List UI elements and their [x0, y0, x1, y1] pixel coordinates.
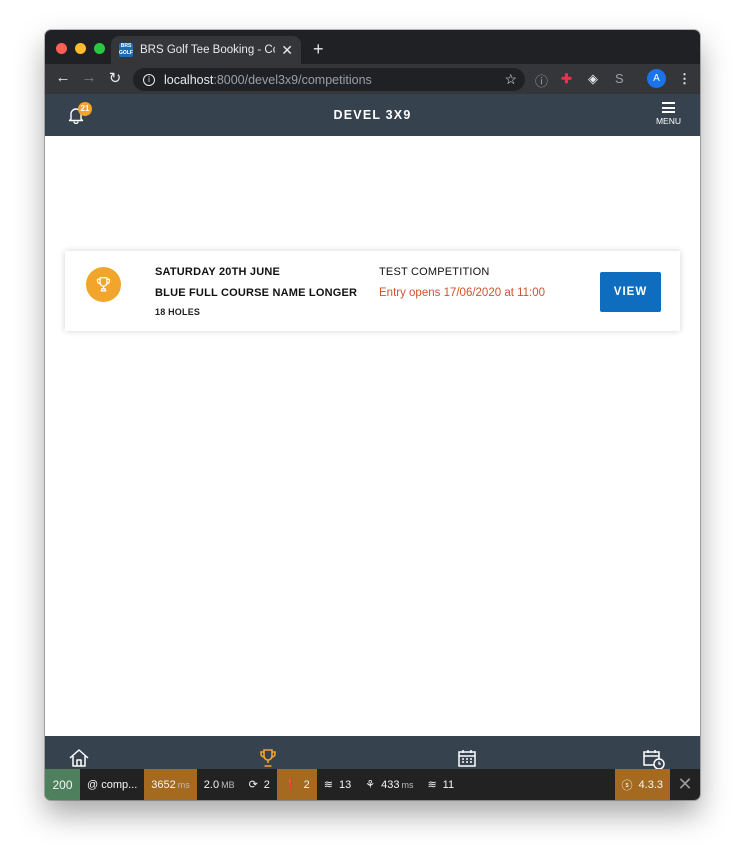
home-icon[interactable] [68, 748, 90, 768]
extension-info-icon[interactable]: ⓘ [535, 71, 548, 90]
symfony-icon: ⓢ [621, 779, 633, 792]
status-code[interactable]: 200 [45, 769, 80, 800]
extension-tag-icon[interactable]: ◈ [588, 71, 598, 87]
extension-plus-icon[interactable]: ✚ [561, 71, 572, 87]
window-controls [56, 43, 105, 54]
maximize-window-button[interactable] [94, 43, 105, 54]
warnings-panel[interactable]: ❗ 2 [276, 769, 317, 800]
competition-course: BLUE FULL COURSE NAME LONGER [155, 287, 358, 299]
browser-menu-icon[interactable]: ⋮ [678, 71, 691, 87]
requests-icon: ⟳ [248, 779, 258, 791]
competition-card: SATURDAY 20TH JUNE BLUE FULL COURSE NAME… [65, 251, 680, 331]
database-panel[interactable]: ≋ 11 [420, 769, 461, 800]
request-time-unit: ms [177, 779, 190, 790]
debug-toolbar: 200 @ comp... 3652 ms 2.0 MB ⟳ 2 ❗ 2 ≋ 13 ⚘ 43… [45, 769, 700, 800]
minimize-window-button[interactable] [75, 43, 86, 54]
menu-button[interactable]: MENU [656, 102, 681, 126]
trophy-icon[interactable] [257, 748, 279, 768]
forward-icon[interactable]: → [79, 69, 99, 86]
close-debugbar-icon[interactable]: ✕ [670, 769, 700, 800]
browser-tab[interactable]: BRS GOLF BRS Golf Tee Booking - Competit… [111, 36, 301, 64]
hamburger-icon [661, 102, 675, 113]
requests-panel[interactable]: ⟳ 2 [242, 769, 277, 800]
memory-value: 2.0 [203, 778, 220, 791]
competition-holes: 18 HOLES [155, 307, 201, 317]
warnings-count: 2 [303, 778, 310, 791]
app-header: 21 DEVEL 3X9 MENU [45, 94, 700, 136]
route-name[interactable]: @ comp... [80, 769, 144, 800]
database-icon: ≋ [427, 779, 437, 791]
layers-panel[interactable]: ≋ 13 [317, 769, 358, 800]
bottom-nav [45, 736, 700, 770]
page-title: DEVEL 3X9 [333, 108, 412, 122]
back-icon[interactable]: ← [53, 69, 73, 86]
calendar-icon[interactable] [457, 748, 477, 768]
warning-icon: ❗ [283, 779, 298, 791]
view-competition-button[interactable]: VIEW [600, 272, 661, 312]
competition-date: SATURDAY 20TH JUNE [155, 266, 281, 278]
browser-window: BRS GOLF BRS Golf Tee Booking - Competit… [45, 30, 700, 800]
site-info-icon[interactable]: i [143, 73, 155, 86]
trophy-icon [96, 277, 111, 292]
new-tab-button[interactable]: + [313, 39, 324, 60]
favicon-icon: BRS GOLF [119, 43, 133, 57]
menu-label: MENU [655, 115, 681, 126]
reload-icon[interactable]: ↻ [105, 69, 125, 87]
framework-version[interactable]: ⓢ 4.3.3 [614, 769, 670, 800]
requests-count: 2 [263, 778, 270, 791]
tab-strip: BRS GOLF BRS Golf Tee Booking - Competit… [45, 30, 700, 64]
competition-entry-status: Entry opens 17/06/2020 at 11:00 [379, 287, 546, 299]
tab-title: BRS Golf Tee Booking - Competitions [140, 44, 275, 56]
extension-s-icon[interactable]: S [615, 71, 624, 86]
request-time[interactable]: 3652 ms [144, 769, 197, 800]
competitions-list: SATURDAY 20TH JUNE BLUE FULL COURSE NAME… [45, 136, 700, 736]
layers-icon: ≋ [323, 779, 333, 791]
profile-avatar[interactable]: A [647, 69, 666, 88]
bookmark-star-icon[interactable]: ☆ [504, 71, 517, 88]
browser-toolbar: ← → ↻ i localhost:8000/devel3x9/competit… [45, 64, 700, 94]
url-path: :8000/devel3x9/competitions [213, 72, 372, 87]
trophy-badge [86, 267, 121, 302]
database-queries-count: 11 [442, 778, 455, 791]
url-host: localhost [164, 72, 214, 87]
layers-count: 13 [338, 778, 352, 791]
close-window-button[interactable] [56, 43, 67, 54]
memory-unit: MB [221, 779, 235, 790]
competition-name: TEST COMPETITION [379, 266, 490, 278]
address-bar[interactable]: i localhost:8000/devel3x9/competitions ☆ [133, 68, 525, 91]
tab-close-icon[interactable]: ✕ [281, 42, 293, 59]
framework-version-value: 4.3.3 [638, 778, 663, 791]
render-time-unit: ms [401, 779, 414, 790]
calendar-clock-icon[interactable] [642, 748, 666, 770]
render-icon: ⚘ [365, 779, 376, 791]
request-time-value: 3652 [151, 778, 176, 791]
render-time-value: 433 [381, 778, 400, 791]
render-time-panel[interactable]: ⚘ 433 ms [358, 769, 420, 800]
memory-usage[interactable]: 2.0 MB [197, 769, 242, 800]
